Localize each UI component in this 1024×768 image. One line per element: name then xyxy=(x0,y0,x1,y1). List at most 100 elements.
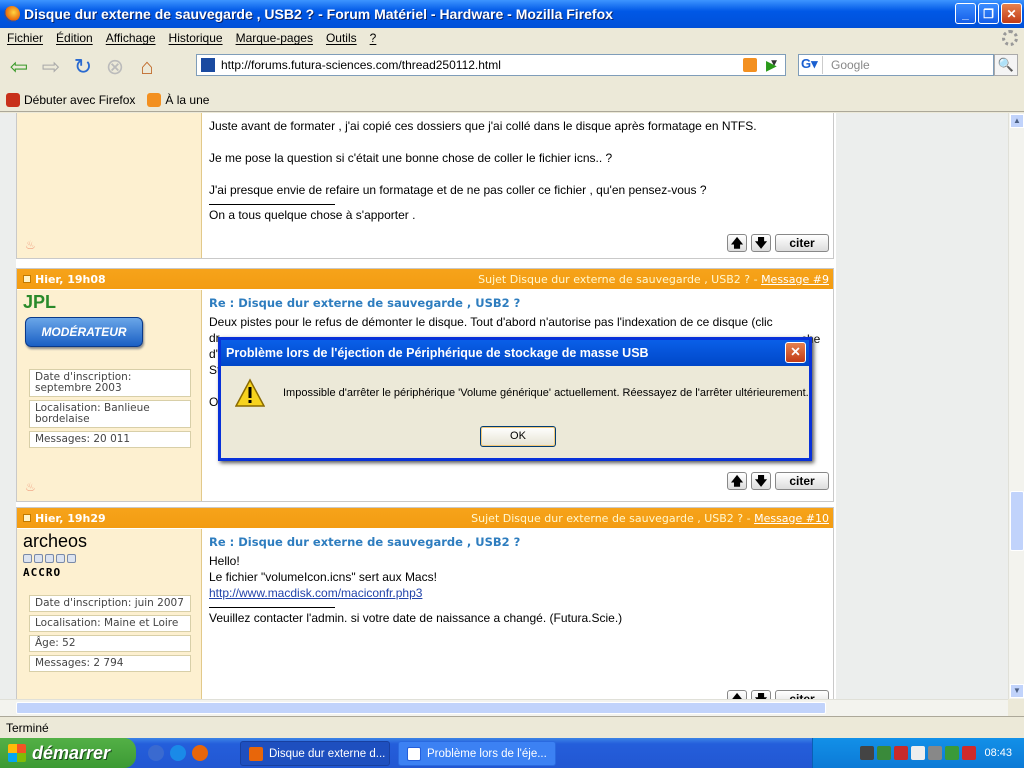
window-title: Disque dur externe de sauvegarde , USB2 … xyxy=(24,6,613,22)
taskbar: démarrer Disque dur externe d... Problèm… xyxy=(0,738,1024,768)
post-message-link[interactable]: Message #10 xyxy=(754,512,829,525)
post-header: Hier, 19h08 Sujet Disque dur externe de … xyxy=(17,269,833,289)
minimize-button[interactable]: _ xyxy=(955,3,976,24)
start-button[interactable]: démarrer xyxy=(0,738,136,768)
menu-aide[interactable]: ? xyxy=(370,31,377,45)
bookmark-a-la-une[interactable]: À la une xyxy=(147,92,209,107)
tray-network-icon[interactable] xyxy=(877,746,892,760)
menu-marque-pages[interactable]: Marque-pages xyxy=(236,31,313,45)
internet-explorer-icon[interactable] xyxy=(170,745,186,761)
restore-button[interactable]: ❐ xyxy=(978,3,999,24)
post-text: Deux pistes pour le refus de démonter le… xyxy=(209,315,773,329)
stop-button[interactable]: ⊗ xyxy=(102,54,128,80)
status-text: Terminé xyxy=(6,720,49,735)
explorer-icon[interactable] xyxy=(148,745,164,761)
scroll-down-button[interactable]: 🡇 xyxy=(751,690,771,699)
menu-historique[interactable]: Historique xyxy=(169,31,223,45)
post-body: Juste avant de formater , j'ai copié ces… xyxy=(203,114,833,223)
signature-divider xyxy=(209,607,335,608)
menu-outils[interactable]: Outils xyxy=(326,31,357,45)
menu-fichier[interactable]: Fichier xyxy=(7,31,43,45)
tray-zone-icon[interactable] xyxy=(911,746,926,760)
post-link-line: http://www.macdisk.com/maciconfr.php3 xyxy=(209,585,833,601)
post-message-link[interactable]: Message #9 xyxy=(761,273,829,286)
quote-button[interactable]: citer xyxy=(775,690,829,699)
scroll-thumb[interactable] xyxy=(16,702,826,714)
tray-usb-icon[interactable] xyxy=(945,746,960,760)
scroll-down-button[interactable]: 🡇 xyxy=(751,234,771,252)
post-text: Hello! xyxy=(209,554,240,568)
ok-button[interactable]: OK xyxy=(480,426,556,447)
rank-indicator xyxy=(23,554,201,563)
scroll-down-button[interactable]: 🡇 xyxy=(751,472,771,490)
flame-icon: ♨ xyxy=(25,238,36,252)
close-button[interactable]: ✕ xyxy=(1001,3,1022,24)
rss-bookmark-icon xyxy=(147,92,162,107)
signature-divider xyxy=(209,204,335,205)
scroll-down-arrow-icon[interactable]: ▼ xyxy=(1010,684,1024,698)
moderator-badge: MODÉRATEUR xyxy=(25,317,143,347)
search-button[interactable]: 🔍 xyxy=(994,54,1018,76)
bookmark-debuter[interactable]: Débuter avec Firefox xyxy=(6,92,135,107)
reload-button[interactable]: ↻ xyxy=(70,54,96,80)
location: Localisation: Banlieue bordelaise xyxy=(29,400,191,428)
message-count: Messages: 2 794 xyxy=(29,655,191,672)
tray-security-icon[interactable] xyxy=(962,746,977,760)
forum-post: Hier, 19h29 Sujet Disque dur externe de … xyxy=(16,507,834,699)
scroll-up-arrow-icon[interactable]: ▲ xyxy=(1010,114,1024,128)
go-button[interactable]: ▶ xyxy=(766,57,784,75)
taskbar-item-firefox[interactable]: Disque dur externe d... xyxy=(240,741,390,766)
forward-button[interactable]: ⇨ xyxy=(38,54,64,80)
quote-button[interactable]: citer xyxy=(775,234,829,252)
dialog-title: Problème lors de l'éjection de Périphéri… xyxy=(226,346,649,360)
tray-disk-icon[interactable] xyxy=(928,746,943,760)
home-button[interactable]: ⌂ xyxy=(134,54,160,80)
scroll-thumb[interactable] xyxy=(1010,491,1024,551)
post-title: Re : Disque dur externe de sauvegarde , … xyxy=(209,296,521,310)
page-margin xyxy=(0,113,16,699)
start-label: démarrer xyxy=(32,742,111,763)
url-text: http://forums.futura-sciences.com/thread… xyxy=(221,58,501,72)
dialog-titlebar[interactable]: Problème lors de l'éjection de Périphéri… xyxy=(221,340,809,366)
rss-feed-icon[interactable] xyxy=(743,58,757,72)
post-subject-text: Sujet Disque dur externe de sauvegarde ,… xyxy=(471,511,755,525)
url-bar[interactable]: http://forums.futura-sciences.com/thread… xyxy=(196,54,786,76)
bookmarks-toolbar: Débuter avec Firefox À la une xyxy=(0,88,1024,112)
post-author[interactable]: JPL xyxy=(23,292,201,313)
post-signature: On a tous quelque chose à s'apporter . xyxy=(209,208,416,222)
firefox-icon xyxy=(4,6,20,22)
tray-keyboard-icon[interactable] xyxy=(860,746,875,760)
post-text: Juste avant de formater , j'ai copié ces… xyxy=(209,119,757,133)
tray-clock[interactable]: 08:43 xyxy=(984,747,1012,759)
horizontal-scrollbar[interactable] xyxy=(0,699,1008,716)
search-engine-icon[interactable]: G▾ xyxy=(801,56,823,74)
quote-button[interactable]: citer xyxy=(775,472,829,490)
dialog-close-button[interactable]: ✕ xyxy=(785,342,806,363)
scroll-up-button[interactable]: 🡅 xyxy=(727,234,747,252)
status-bar: Terminé xyxy=(0,716,1024,738)
window-titlebar[interactable]: Disque dur externe de sauvegarde , USB2 … xyxy=(0,0,1024,28)
scroll-up-button[interactable]: 🡅 xyxy=(727,472,747,490)
page-side-area xyxy=(836,113,1008,699)
flame-icon: ♨ xyxy=(25,480,36,494)
post-author[interactable]: archeos xyxy=(23,531,201,552)
menu-edition[interactable]: Édition xyxy=(56,31,93,45)
tray-antivirus-icon[interactable] xyxy=(894,746,909,760)
firefox-quicklaunch-icon[interactable] xyxy=(192,745,208,761)
menu-affichage[interactable]: Affichage xyxy=(106,31,156,45)
back-button[interactable]: ⇦ xyxy=(6,54,32,80)
post-date: Hier, 19h29 xyxy=(35,511,106,525)
firefox-task-icon xyxy=(249,746,263,761)
post-text: Le fichier "volumeIcon.icns" sert aux Ma… xyxy=(209,570,437,584)
windows-logo-icon xyxy=(8,744,26,762)
search-input[interactable]: G▾ Google xyxy=(798,54,994,76)
vertical-scrollbar[interactable]: ▲ ▼ xyxy=(1008,113,1024,699)
scroll-up-button[interactable]: 🡅 xyxy=(727,690,747,699)
forum-post: ♨ Juste avant de formater , j'ai copié c… xyxy=(16,113,834,259)
join-date: Date d'inscription: juin 2007 xyxy=(29,595,191,612)
macdisk-link[interactable]: http://www.macdisk.com/maciconfr.php3 xyxy=(209,586,422,600)
post-subject: Sujet Disque dur externe de sauvegarde ,… xyxy=(478,273,829,286)
menu-bar: Fichier Édition Affichage Historique Mar… xyxy=(0,28,1024,48)
system-tray: 08:43 xyxy=(812,738,1024,768)
taskbar-item-dialog[interactable]: Problème lors de l'éje... xyxy=(398,741,556,766)
